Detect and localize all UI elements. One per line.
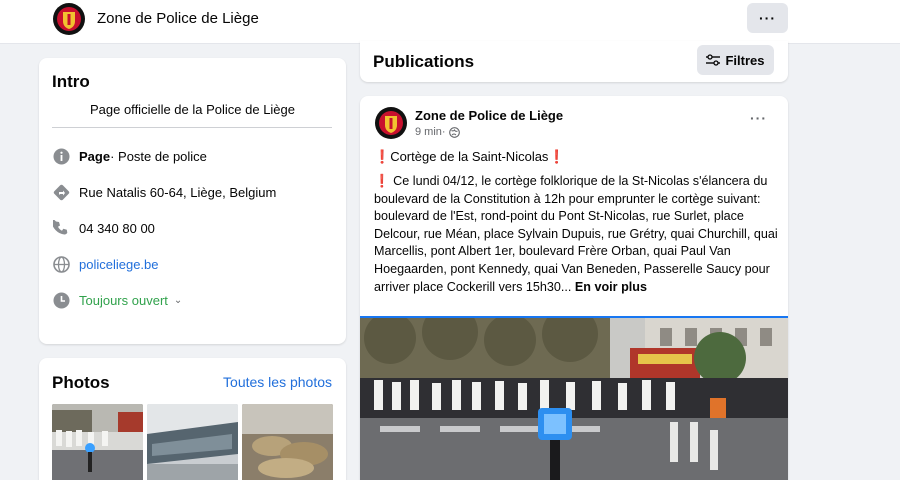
info-icon — [52, 147, 70, 165]
exclamation-icon: ❗ — [548, 149, 565, 164]
intro-card: Intro Page officielle de la Police de Li… — [39, 58, 346, 344]
exclamation-icon: ❗ — [374, 149, 391, 164]
intro-description: Page officielle de la Police de Liège — [89, 102, 296, 117]
address-row: Rue Natalis 60-64, Liège, Belgium — [52, 182, 276, 202]
headline-text: Cortège de la Saint-Nicolas — [390, 149, 549, 164]
directions-icon — [52, 183, 70, 201]
category-label: Page — [79, 148, 111, 164]
more-options-button[interactable]: ··· — [747, 3, 788, 33]
public-globe-icon — [448, 126, 460, 138]
post-options-button[interactable]: ··· — [750, 110, 767, 126]
photos-title: Photos — [52, 373, 110, 392]
publications-header: Publications Filtres — [360, 41, 788, 82]
category-value: · Poste de police — [110, 148, 207, 164]
photo-thumbnail[interactable] — [242, 404, 333, 480]
address-text: Rue Natalis 60-64, Liège, Belgium — [79, 184, 277, 200]
phone-row: 04 340 80 00 — [52, 218, 155, 238]
hours-status[interactable]: Toujours ouvert — [79, 293, 168, 308]
page-name[interactable]: Zone de Police de Liège — [97, 10, 259, 27]
post-time[interactable]: 9 min — [415, 126, 442, 138]
post-headline: ❗Cortège de la Saint-Nicolas❗ — [374, 149, 565, 165]
filters-label: Filtres — [725, 52, 765, 68]
see-more-link[interactable]: En voir plus — [575, 280, 647, 294]
category-row: Page · Poste de police — [52, 146, 207, 166]
post-author[interactable]: Zone de Police de Liège — [415, 108, 563, 123]
post-card: Zone de Police de Liège 9 min · ··· ❗Cor… — [360, 96, 788, 480]
page-header: Zone de Police de Liège ··· — [0, 0, 900, 44]
hours-row[interactable]: Toujours ouvert ⌄ — [52, 290, 182, 310]
author-avatar[interactable] — [374, 106, 408, 140]
post-body-text: Ce lundi 04/12, le cortège folklorique d… — [374, 174, 778, 294]
post-body: ❗ Ce lundi 04/12, le cortège folklorique… — [374, 173, 778, 296]
clock-icon — [52, 291, 70, 309]
photo-thumbnail[interactable] — [52, 404, 143, 480]
website-link[interactable]: policeliege.be — [79, 257, 159, 272]
police-logo-icon[interactable] — [52, 2, 86, 36]
post-photo[interactable] — [360, 316, 788, 480]
exclamation-icon: ❗ — [374, 174, 390, 188]
photo-thumbnail[interactable] — [147, 404, 238, 480]
see-all-photos-link[interactable]: Toutes les photos — [223, 374, 332, 390]
phone-icon — [52, 219, 70, 237]
phone-number: 04 340 80 00 — [79, 220, 155, 236]
filters-icon — [706, 54, 721, 66]
meta-separator: · — [441, 126, 446, 138]
globe-icon — [52, 255, 70, 273]
divider — [52, 127, 332, 128]
intro-title: Intro — [52, 72, 90, 91]
photos-card: Photos Toutes les photos — [39, 358, 346, 480]
website-row: policeliege.be — [52, 254, 159, 274]
chevron-down-icon[interactable]: ⌄ — [174, 295, 182, 306]
post-meta: 9 min · — [415, 126, 460, 138]
publications-title: Publications — [373, 52, 475, 71]
filters-button[interactable]: Filtres — [697, 45, 774, 75]
